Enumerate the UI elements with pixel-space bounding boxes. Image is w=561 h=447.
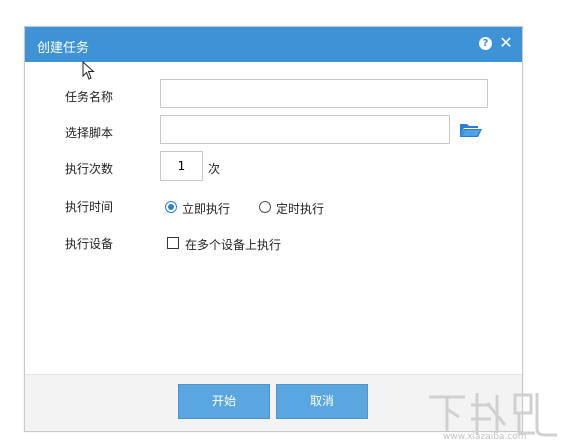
close-icon[interactable]: ✕ xyxy=(499,35,513,51)
exec-time-label: 执行时间 xyxy=(65,200,114,214)
multi-device-checkbox[interactable] xyxy=(167,237,179,249)
exec-count-input[interactable] xyxy=(160,151,203,181)
script-label: 选择脚本 xyxy=(65,126,114,140)
dialog-titlebar[interactable]: 创建任务 ? ✕ xyxy=(25,27,522,62)
watermark-url: www.xiazaiba.com xyxy=(443,432,527,442)
exec-count-unit: 次 xyxy=(208,162,221,176)
multi-device-checkbox-label[interactable]: 在多个设备上执行 xyxy=(185,236,281,253)
radio-scheduled-label[interactable]: 定时执行 xyxy=(276,200,324,217)
mouse-cursor-icon xyxy=(82,61,95,80)
radio-scheduled[interactable] xyxy=(259,201,271,213)
radio-immediate[interactable] xyxy=(165,201,177,213)
script-path-input[interactable] xyxy=(160,115,450,144)
create-task-dialog: 创建任务 ? ✕ 任务名称 选择脚本 执行次数 次 执行时间 立即执行 定时执行… xyxy=(24,26,523,432)
help-icon[interactable]: ? xyxy=(479,37,492,50)
cancel-button[interactable]: 取消 xyxy=(276,384,368,419)
task-name-label: 任务名称 xyxy=(65,90,114,104)
task-name-input[interactable] xyxy=(160,79,488,108)
exec-device-label: 执行设备 xyxy=(65,237,114,251)
dialog-title: 创建任务 xyxy=(37,41,90,56)
start-button[interactable]: 开始 xyxy=(178,384,270,419)
radio-immediate-label[interactable]: 立即执行 xyxy=(182,200,230,217)
folder-open-icon[interactable] xyxy=(459,122,483,138)
exec-count-label: 执行次数 xyxy=(65,162,114,176)
